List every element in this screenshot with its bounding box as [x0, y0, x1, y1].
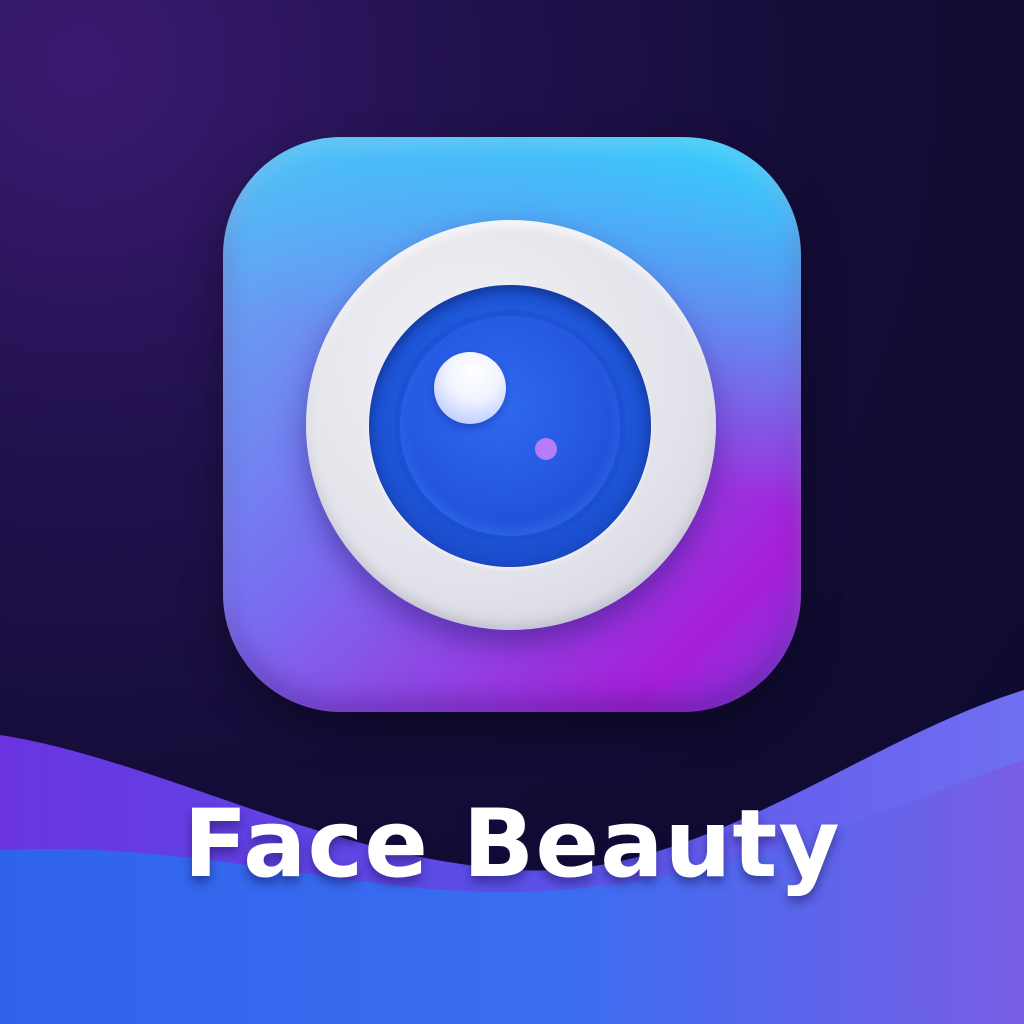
lens-ring — [306, 220, 716, 630]
app-icon[interactable] — [223, 137, 801, 712]
app-title: Face Beauty — [183, 790, 841, 899]
lens-glare-highlight — [434, 352, 506, 424]
lens-glare-dot — [535, 438, 557, 460]
splash-screen: Face Beauty — [0, 0, 1024, 1024]
camera-lens-icon — [369, 285, 651, 567]
lens-glass — [400, 316, 620, 536]
